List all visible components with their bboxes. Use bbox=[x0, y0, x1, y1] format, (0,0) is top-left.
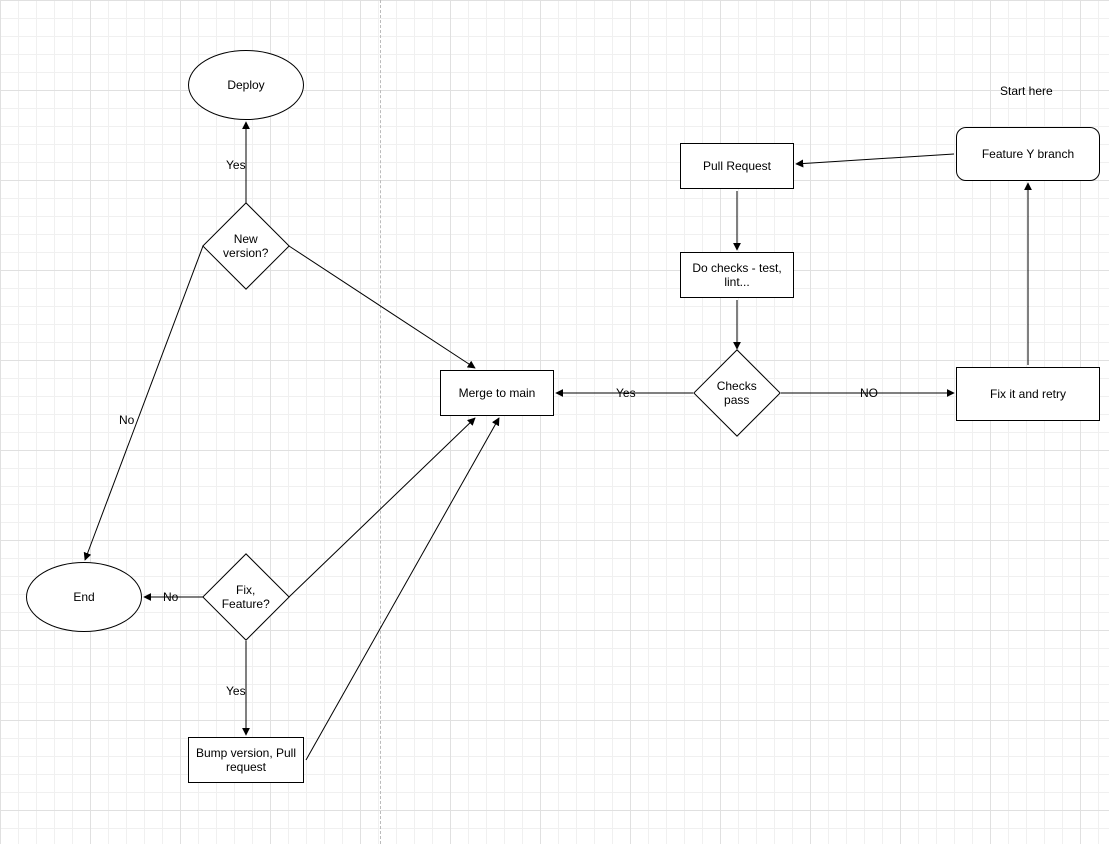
page-divider bbox=[380, 0, 381, 844]
diagram-canvas[interactable]: { "labels": { "start_here": "Start here"… bbox=[0, 0, 1109, 844]
node-pull-request[interactable]: Pull Request bbox=[680, 143, 794, 189]
node-deploy[interactable]: Deploy bbox=[188, 50, 304, 120]
grid-major bbox=[0, 0, 1109, 844]
node-pull-request-text: Pull Request bbox=[703, 159, 771, 173]
edge-newversion-to-end bbox=[85, 246, 203, 560]
edge-yes-newversion-deploy: Yes bbox=[226, 158, 246, 172]
node-new-version-text: New version? bbox=[216, 232, 276, 261]
edges-layer bbox=[0, 0, 1109, 844]
node-feature-branch[interactable]: Feature Y branch bbox=[956, 127, 1100, 181]
node-merge-main-text: Merge to main bbox=[459, 386, 536, 400]
node-fix-feature[interactable]: Fix, Feature? bbox=[202, 553, 290, 641]
edge-yes-checks-merge: Yes bbox=[616, 386, 636, 400]
edge-newversion-to-merge bbox=[289, 246, 475, 368]
node-fix-retry[interactable]: Fix it and retry bbox=[956, 367, 1100, 421]
start-here-label: Start here bbox=[1000, 84, 1053, 98]
node-do-checks-text: Do checks - test, lint... bbox=[685, 261, 789, 290]
edge-fixfeature-to-merge bbox=[289, 418, 475, 597]
node-checks-pass-text: Checks pass bbox=[707, 379, 767, 408]
node-feature-branch-text: Feature Y branch bbox=[982, 147, 1074, 161]
node-do-checks[interactable]: Do checks - test, lint... bbox=[680, 252, 794, 298]
node-fix-feature-text: Fix, Feature? bbox=[216, 583, 276, 612]
edge-no-checks-fix: NO bbox=[860, 386, 878, 400]
node-deploy-text: Deploy bbox=[227, 78, 264, 92]
node-end[interactable]: End bbox=[26, 562, 142, 632]
edge-no-fixfeature-end: No bbox=[163, 590, 178, 604]
edge-bump-to-merge bbox=[306, 418, 499, 760]
edge-no-newversion-end: No bbox=[119, 413, 134, 427]
node-merge-main[interactable]: Merge to main bbox=[440, 370, 554, 416]
node-bump-version[interactable]: Bump version, Pull request bbox=[188, 737, 304, 783]
node-new-version[interactable]: New version? bbox=[202, 202, 290, 290]
edge-feature-to-pr bbox=[796, 154, 954, 164]
node-checks-pass[interactable]: Checks pass bbox=[693, 349, 781, 437]
node-fix-retry-text: Fix it and retry bbox=[990, 387, 1066, 401]
edge-yes-fixfeature-bump: Yes bbox=[226, 684, 246, 698]
node-bump-version-text: Bump version, Pull request bbox=[193, 746, 299, 775]
grid-minor bbox=[0, 0, 1109, 844]
node-end-text: End bbox=[73, 590, 94, 604]
